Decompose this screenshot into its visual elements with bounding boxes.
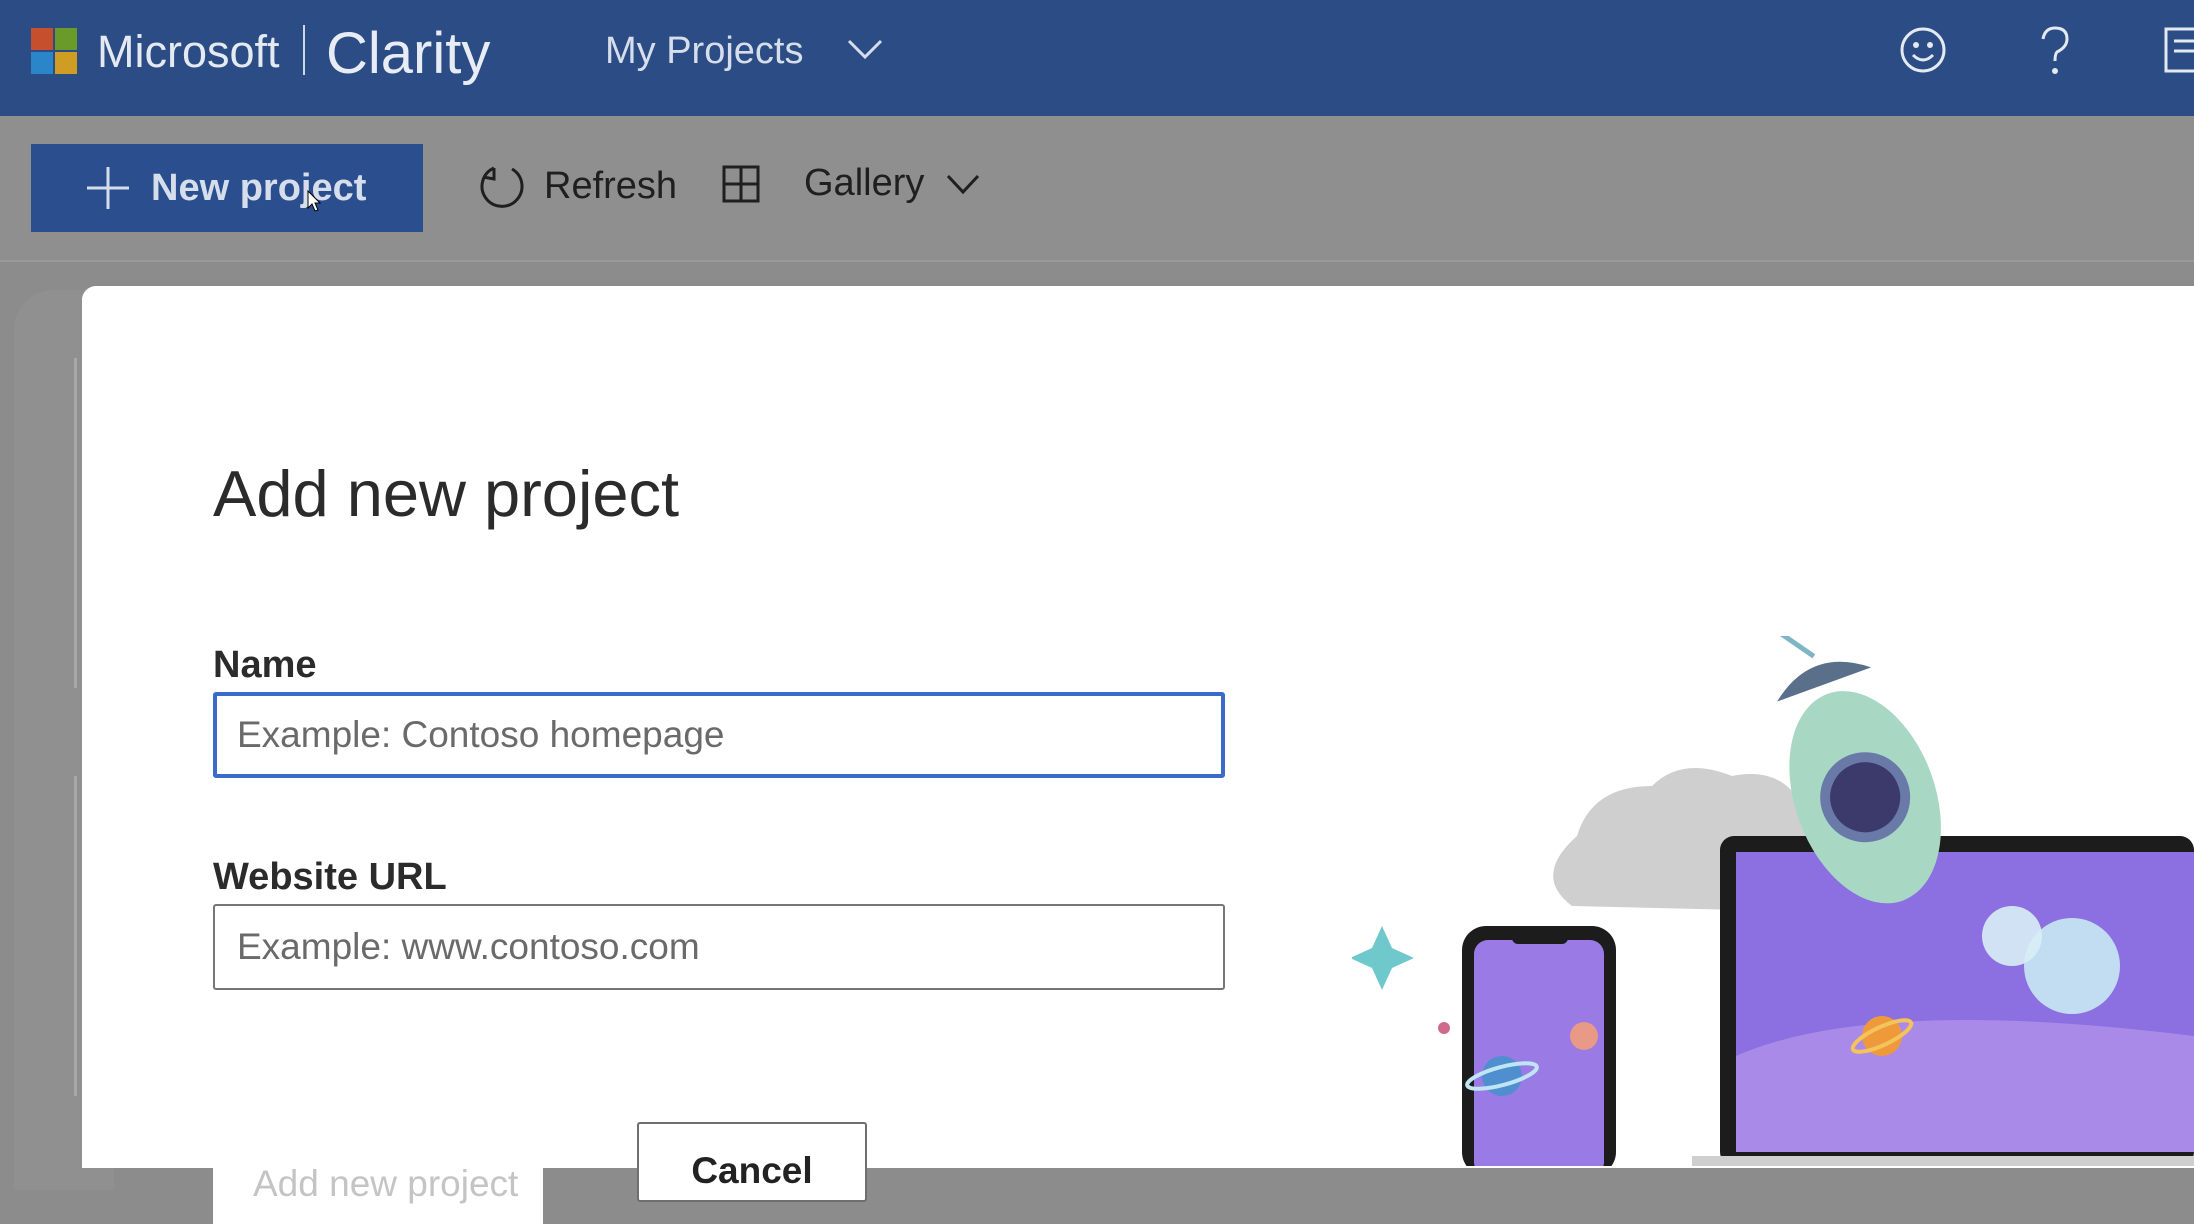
background-divider — [74, 358, 77, 688]
new-project-button[interactable]: New project — [31, 144, 423, 232]
website-url-input[interactable] — [213, 904, 1225, 990]
project-name-input[interactable] — [213, 692, 1225, 778]
brand-product[interactable]: Clarity — [326, 20, 490, 87]
refresh-icon — [480, 166, 524, 208]
chevron-down-icon[interactable] — [846, 36, 884, 62]
new-project-label: New project — [151, 166, 367, 209]
project-switcher[interactable]: My Projects — [605, 30, 803, 73]
gallery-view-dropdown[interactable]: Gallery — [722, 162, 998, 205]
plus-icon — [87, 167, 129, 209]
grid-icon — [722, 165, 760, 202]
add-new-project-button[interactable]: Add new project — [213, 1144, 543, 1224]
background-divider — [74, 776, 77, 1096]
brand-company: Microsoft — [97, 26, 280, 77]
brand-divider — [303, 25, 305, 75]
planet-icon — [1570, 1022, 1598, 1050]
refresh-label: Refresh — [544, 164, 678, 207]
rocket-devices-illustration — [1352, 636, 2194, 1166]
name-label: Name — [213, 644, 317, 686]
phone-screen — [1474, 940, 1604, 1166]
sparkle-icon — [1352, 926, 1414, 990]
laptop-base — [1692, 1156, 2194, 1166]
top-header: Microsoft Clarity My Projects — [0, 0, 2194, 116]
website-url-label: Website URL — [213, 856, 447, 898]
feedback-smiley-icon[interactable] — [1898, 25, 1948, 75]
cancel-button[interactable]: Cancel — [637, 1122, 867, 1202]
command-bar: New project Refresh Gallery — [0, 116, 2194, 262]
help-icon[interactable] — [2033, 25, 2077, 77]
chevron-down-icon — [947, 174, 980, 194]
refresh-button[interactable]: Refresh — [478, 162, 677, 210]
microsoft-logo-icon — [31, 28, 77, 74]
dialog-title: Add new project — [213, 457, 680, 530]
add-project-dialog: Add new project Name Website URL Add new… — [82, 286, 2194, 1224]
notes-icon[interactable] — [2164, 25, 2194, 75]
gallery-label: Gallery — [804, 162, 925, 204]
mouse-cursor-icon — [307, 190, 321, 212]
